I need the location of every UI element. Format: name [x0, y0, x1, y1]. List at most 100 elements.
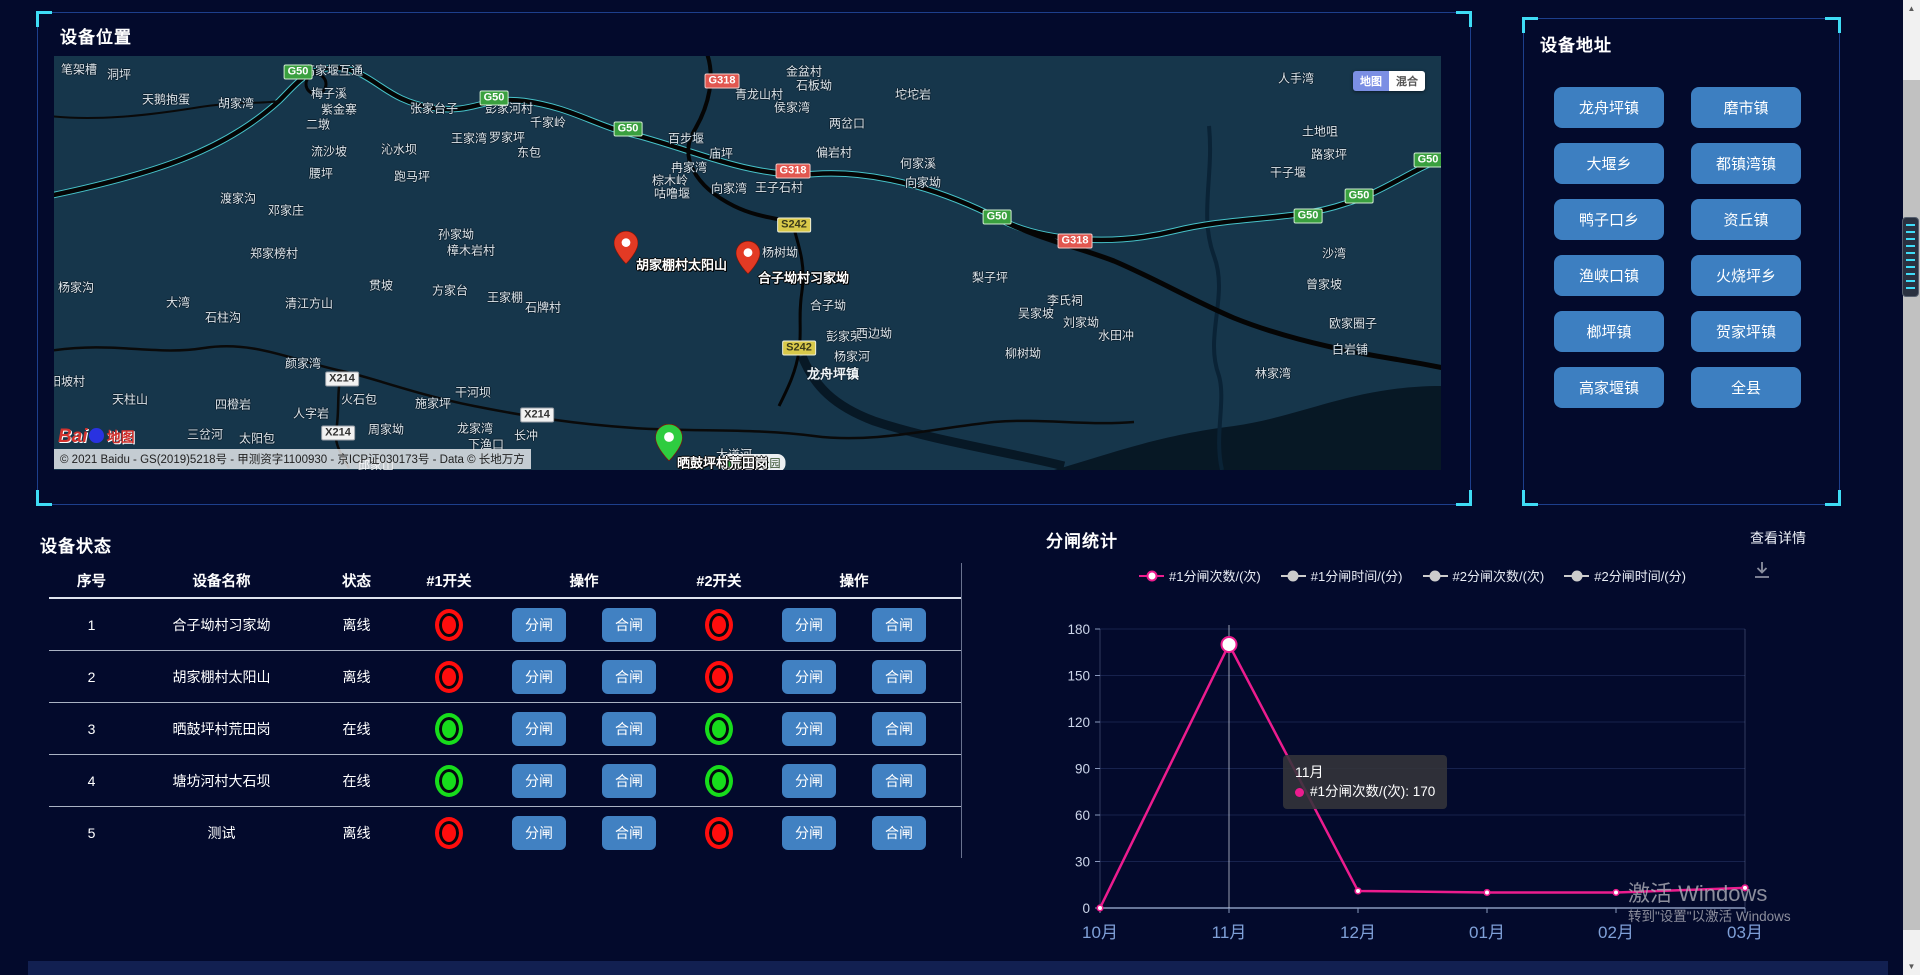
map-place-label: 石柱沟 [205, 309, 241, 326]
tooltip-title: 11月 [1295, 762, 1435, 782]
map-place-label: 石牌村 [525, 299, 561, 316]
table-body: 1合子坳村习家坳离线分闸合闸分闸合闸2胡家棚村太阳山离线分闸合闸分闸合闸3晒鼓坪… [49, 599, 961, 858]
scroll-up-arrow-icon[interactable]: ▲ [1903, 0, 1920, 17]
device-status-table: 序号设备名称状态#1开关操作#2开关操作 1合子坳村习家坳离线分闸合闸分闸合闸2… [49, 563, 962, 858]
map-place-label: 四橙岩 [215, 396, 251, 413]
open-switch-button[interactable]: 分闸 [512, 816, 566, 850]
map-place-label: 渡家沟 [220, 190, 256, 207]
close-switch-button[interactable]: 合闸 [872, 660, 926, 694]
map-mode-button[interactable]: 地图 [1353, 71, 1389, 91]
town-button[interactable]: 全县 [1691, 367, 1801, 408]
open-switch-button[interactable]: 分闸 [782, 608, 836, 642]
map-place-label: 梨子坪 [972, 269, 1008, 286]
map-place-label: 石板坳 [796, 77, 832, 94]
town-button[interactable]: 火烧坪乡 [1691, 255, 1801, 296]
device-pin-label: 合子坳村习家坳 [758, 268, 849, 287]
town-button[interactable]: 鸭子口乡 [1554, 199, 1664, 240]
map-place-label: 侯家湾 [774, 99, 810, 116]
svg-text:60: 60 [1075, 808, 1090, 823]
cell-operations: 分闸 合闸 [764, 816, 944, 850]
road-badge: G318 [1058, 234, 1093, 249]
map-place-label: 天鹅抱蛋 [142, 91, 190, 108]
red-led-indicator [705, 609, 733, 641]
map-place-label: 人手湾 [1278, 70, 1314, 87]
map-place-label: 杨家河 [834, 348, 870, 365]
table-header-cell: 状态 [309, 570, 404, 591]
town-button[interactable]: 大堰乡 [1554, 143, 1664, 184]
legend-label: #1分闸次数/(次) [1169, 566, 1261, 585]
open-switch-button[interactable]: 分闸 [512, 608, 566, 642]
location-pin-icon[interactable] [614, 231, 638, 269]
map-place-label: 干河坝 [455, 384, 491, 401]
cell-status: 离线 [309, 615, 404, 635]
location-pin-icon[interactable] [736, 241, 760, 279]
open-switch-button[interactable]: 分闸 [782, 660, 836, 694]
view-details-link[interactable]: 查看详情 [1750, 528, 1806, 548]
map-place-label: 王家湾 [451, 130, 487, 147]
close-switch-button[interactable]: 合闸 [602, 816, 656, 850]
town-button[interactable]: 榔坪镇 [1554, 311, 1664, 352]
legend-item[interactable]: #1分闸时间/(分) [1281, 566, 1403, 585]
map-place-label: 流沙坡 [311, 143, 347, 160]
road-badge: G50 [1345, 189, 1374, 204]
corner-accent [36, 11, 52, 27]
map-place-label: 向家坳 [905, 174, 941, 191]
town-button[interactable]: 磨市镇 [1691, 87, 1801, 128]
close-switch-button[interactable]: 合闸 [872, 712, 926, 746]
map-place-label: 胡家湾 [218, 95, 254, 112]
scrollbar-thumb[interactable] [1903, 80, 1920, 930]
map-place-label: 太阳包 [239, 430, 275, 447]
town-button[interactable]: 都镇湾镇 [1691, 143, 1801, 184]
red-led-indicator [435, 817, 463, 849]
close-switch-button[interactable]: 合闸 [602, 660, 656, 694]
open-switch-button[interactable]: 分闸 [782, 764, 836, 798]
red-led-indicator [705, 661, 733, 693]
scroll-indicator-widget [1902, 217, 1919, 297]
cell-switch-1 [404, 609, 494, 641]
close-switch-button[interactable]: 合闸 [602, 764, 656, 798]
map-place-label: 柳树坳 [1005, 345, 1041, 362]
close-switch-button[interactable]: 合闸 [602, 712, 656, 746]
legend-item[interactable]: #2分闸时间/(分) [1564, 566, 1686, 585]
table-header-cell: 设备名称 [134, 570, 309, 591]
page-scrollbar[interactable]: ▲ ▼ [1903, 0, 1920, 975]
town-button[interactable]: 资丘镇 [1691, 199, 1801, 240]
open-switch-button[interactable]: 分闸 [512, 712, 566, 746]
open-switch-button[interactable]: 分闸 [782, 712, 836, 746]
close-switch-button[interactable]: 合闸 [872, 608, 926, 642]
cell-operations: 分闸 合闸 [764, 660, 944, 694]
green-led-indicator [705, 765, 733, 797]
open-switch-button[interactable]: 分闸 [782, 816, 836, 850]
map-place-label: 东包 [517, 144, 541, 161]
town-button[interactable]: 贺家坪镇 [1691, 311, 1801, 352]
map-place-label: 水田冲 [1098, 327, 1134, 344]
table-header-row: 序号设备名称状态#1开关操作#2开关操作 [49, 563, 961, 599]
map-place-label: 清江方山 [285, 295, 333, 312]
svg-text:0: 0 [1082, 901, 1090, 916]
open-switch-button[interactable]: 分闸 [512, 660, 566, 694]
map-place-label: 樟木岩村 [447, 242, 495, 259]
tooltip-series-dot [1295, 788, 1304, 797]
map-place-label: 施家坪 [415, 395, 451, 412]
road-badge: S242 [777, 218, 811, 233]
open-switch-button[interactable]: 分闸 [512, 764, 566, 798]
baidu-map[interactable]: 笔架槽洞坪天鹅抱蛋胡家湾高家堰互通梅子溪紫金寨二墩流沙坡腰坪渡家沟邓家庄沁水坝跑… [54, 56, 1441, 470]
town-button[interactable]: 龙舟坪镇 [1554, 87, 1664, 128]
map-place-label: 龙家湾 [457, 420, 493, 437]
red-led-indicator [435, 661, 463, 693]
legend-marker-icon [1281, 575, 1306, 577]
legend-item[interactable]: #1分闸次数/(次) [1139, 566, 1261, 585]
map-place-label: 沁水坝 [381, 141, 417, 158]
close-switch-button[interactable]: 合闸 [872, 764, 926, 798]
close-switch-button[interactable]: 合闸 [602, 608, 656, 642]
close-switch-button[interactable]: 合闸 [872, 816, 926, 850]
scroll-down-arrow-icon[interactable]: ▼ [1903, 958, 1920, 975]
town-button[interactable]: 渔峡口镇 [1554, 255, 1664, 296]
device-pin-label: 胡家棚村太阳山 [636, 255, 727, 274]
green-led-indicator [705, 713, 733, 745]
town-button[interactable]: 高家堰镇 [1554, 367, 1664, 408]
road-badge: S242 [782, 341, 816, 356]
hybrid-mode-button[interactable]: 混合 [1389, 71, 1425, 91]
legend-item[interactable]: #2分闸次数/(次) [1423, 566, 1545, 585]
map-place-label: 阴阳坡村 [54, 373, 85, 390]
